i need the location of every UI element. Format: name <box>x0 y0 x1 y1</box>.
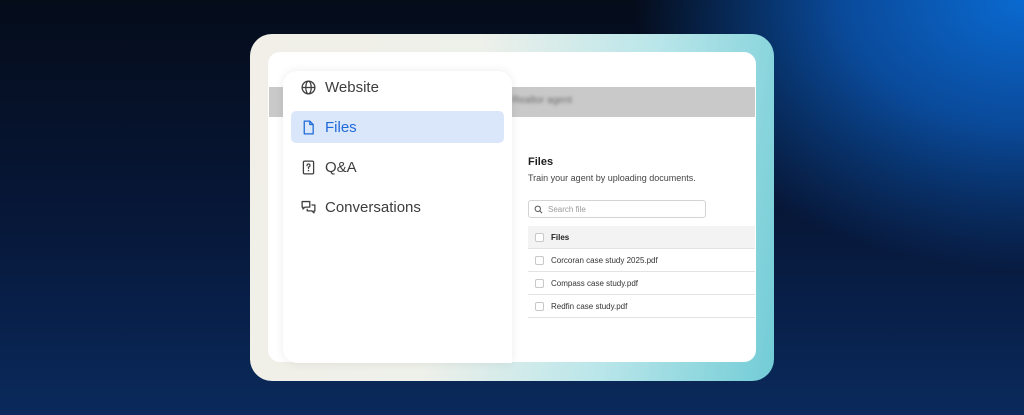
agent-name-label[interactable]: Realtor agent <box>512 95 572 106</box>
files-table: Files Corcoran case study 2025.pdf Compa… <box>528 226 755 318</box>
table-row[interactable]: Corcoran case study 2025.pdf <box>528 249 755 272</box>
sidebar-item-files[interactable]: Files <box>291 111 504 143</box>
table-row[interactable]: Compass case study.pdf <box>528 272 755 295</box>
sidebar-item-qa[interactable]: Q&A <box>291 151 504 183</box>
search-icon <box>534 205 543 213</box>
sidebar-item-label: Q&A <box>325 158 357 176</box>
file-name: Compass case study.pdf <box>551 278 639 288</box>
page-subtitle: Train your agent by uploading documents. <box>528 173 696 183</box>
file-name: Redfin case study.pdf <box>551 301 628 311</box>
sidebar-item-website[interactable]: Website <box>291 71 504 103</box>
search-box[interactable] <box>528 200 706 218</box>
sidebar-item-label: Website <box>325 78 379 96</box>
file-icon <box>303 119 314 135</box>
search-input[interactable] <box>548 204 698 214</box>
table-row[interactable]: Redfin case study.pdf <box>528 295 755 318</box>
table-header-files: Files <box>551 232 570 242</box>
sidebar-item-label: Conversations <box>325 198 421 216</box>
row-checkbox[interactable] <box>535 301 544 311</box>
row-checkbox[interactable] <box>535 255 544 265</box>
file-name: Corcoran case study 2025.pdf <box>551 255 658 265</box>
sidebar-item-conversations[interactable]: Conversations <box>291 191 504 223</box>
sidebar: Website Files Q&A Conversations <box>283 71 512 363</box>
page-title: Files <box>528 156 554 168</box>
table-header: Files <box>528 226 755 249</box>
sidebar-item-label: Files <box>325 118 357 136</box>
row-checkbox[interactable] <box>535 278 544 288</box>
files-panel: Files Train your agent by uploading docu… <box>528 156 755 318</box>
globe-icon <box>301 79 316 95</box>
question-document-icon <box>302 159 315 175</box>
chat-bubbles-icon <box>301 200 316 213</box>
select-all-checkbox[interactable] <box>535 232 544 242</box>
